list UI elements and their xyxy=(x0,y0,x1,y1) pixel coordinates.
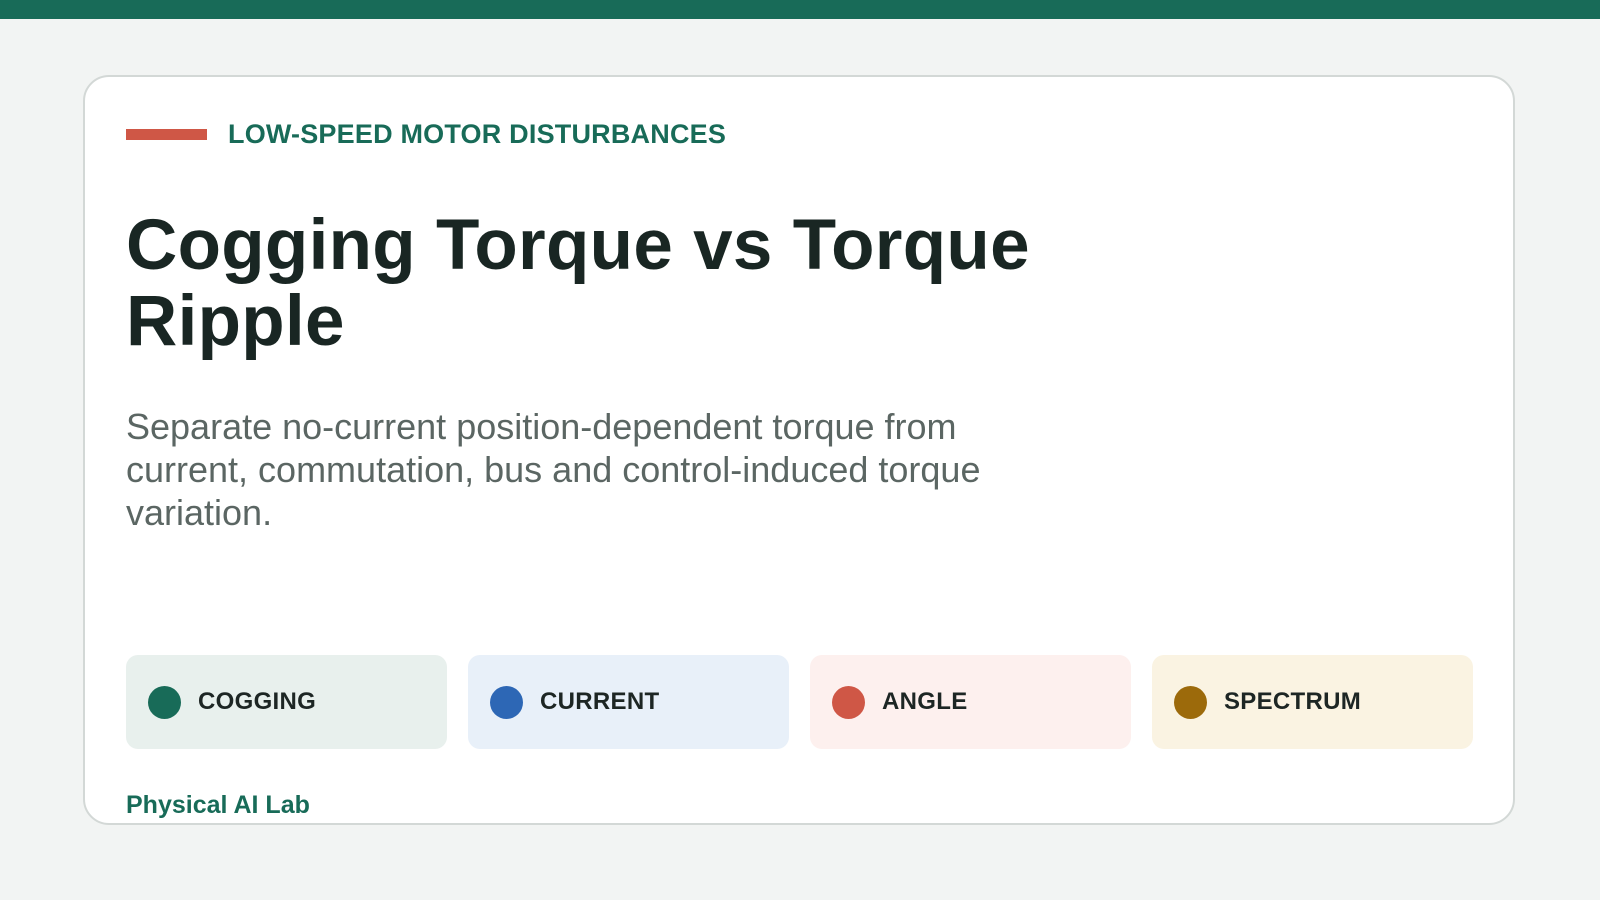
slide-card: LOW-SPEED MOTOR DISTURBANCES Cogging Tor… xyxy=(83,75,1515,825)
chip-spectrum: SPECTRUM xyxy=(1152,655,1473,749)
footer-brand: Physical AI Lab xyxy=(126,791,310,819)
chip-label: COGGING xyxy=(198,688,317,715)
kicker-row: LOW-SPEED MOTOR DISTURBANCES xyxy=(126,118,726,150)
chip-label: CURRENT xyxy=(540,688,660,715)
page-subtitle: Separate no-current position-dependent t… xyxy=(126,406,981,533)
chip-angle: ANGLE xyxy=(810,655,1131,749)
kicker-accent-bar xyxy=(126,128,207,140)
page-title: Cogging Torque vs Torque Ripple xyxy=(126,206,1030,361)
dot-icon xyxy=(1174,685,1207,719)
chip-current: CURRENT xyxy=(468,655,789,749)
top-accent-bar xyxy=(0,0,1600,19)
chip-label: ANGLE xyxy=(882,688,968,715)
dot-icon xyxy=(832,685,865,719)
dot-icon xyxy=(490,685,523,719)
dot-icon xyxy=(148,685,181,719)
chip-cogging: COGGING xyxy=(126,655,447,749)
chip-label: SPECTRUM xyxy=(1224,688,1362,715)
kicker-label: LOW-SPEED MOTOR DISTURBANCES xyxy=(228,119,727,149)
topic-chips: COGGING CURRENT ANGLE SPECTRUM xyxy=(126,655,1473,749)
